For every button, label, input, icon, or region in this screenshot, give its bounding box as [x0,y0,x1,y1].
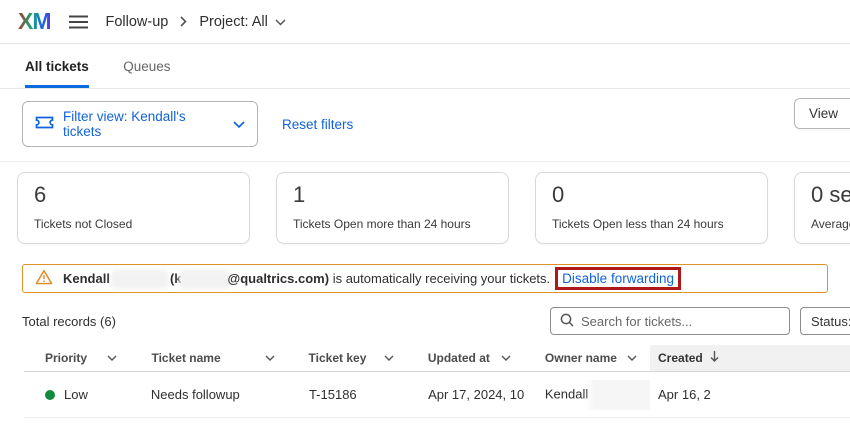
forwarding-warning-banner: Kendall (k @qualtrics.com) is automaticall… [22,264,828,293]
chevron-down-icon[interactable] [627,355,637,361]
project-selector[interactable]: Project: All [199,14,286,30]
tab-queues[interactable]: Queues [123,59,170,85]
sort-descending-icon [710,351,719,365]
annotation-red-box: Disable forwarding [555,267,681,290]
stat-card-open-more-24h: 1 Tickets Open more than 24 hours [276,172,509,244]
chevron-down-icon[interactable] [501,355,511,361]
tickets-table: Priority Ticket name Ticket key Updated … [24,345,850,425]
table-row[interactable]: Low Needs followup T-15186 Apr 17, 2024,… [24,372,850,418]
tab-all-tickets[interactable]: All tickets [25,59,89,88]
top-bar: XM Follow-up Project: All [0,0,850,44]
column-header-ticket-name[interactable]: Ticket name [130,345,287,371]
reset-filters-link[interactable]: Reset filters [282,117,353,132]
created-cell: Apr 16, 2 [650,387,850,402]
column-header-priority[interactable]: Priority [24,345,130,371]
chevron-down-icon [233,117,245,132]
tab-bar: All tickets Queues [0,58,850,89]
stat-label: Tickets Open more than 24 hours [293,217,492,231]
filter-bar: Filter view: Kendall's tickets Reset fil… [0,89,850,162]
stat-card-tickets-not-closed: 6 Tickets not Closed [17,172,250,244]
stat-value: 1 [293,182,492,208]
ticket-key-cell: T-15186 [288,387,407,402]
warning-triangle-icon [35,269,53,288]
total-records-label: Total records (6) [22,314,116,329]
disable-forwarding-link[interactable]: Disable forwarding [562,271,674,286]
priority-cell: Low [24,387,130,402]
table-toolbar: Total records (6) Status: A [22,307,850,335]
chevron-right-icon [180,16,187,27]
banner-email-prefix: (k [170,271,182,286]
search-icon [560,313,574,330]
filter-view-label: Filter view: Kendall's tickets [63,109,224,139]
filter-view-dropdown[interactable]: Filter view: Kendall's tickets [22,101,258,147]
updated-at-cell: Apr 17, 2024, 10:56 AM [407,387,524,402]
view-button[interactable]: View [794,98,850,129]
column-header-updated-at[interactable]: Updated at [407,345,524,371]
banner-email-suffix: @qualtrics.com) [228,271,330,286]
owner-name-cell: Kendall [524,380,650,410]
ticket-search-box[interactable] [550,307,790,335]
banner-text: is automatically receiving your tickets. [333,271,550,286]
stats-cards: 6 Tickets not Closed 1 Tickets Open more… [0,162,850,244]
breadcrumb-section[interactable]: Follow-up [106,14,169,30]
xm-logo: XM [18,8,51,35]
banner-user-name: Kendall [63,271,110,286]
redacted-owner-last-name [594,380,649,410]
chevron-down-icon[interactable] [107,355,117,361]
stat-value: 0 [552,182,751,208]
table-row[interactable]: Medium Unsatisfied Customer T-14914 Apr … [24,418,850,425]
stat-card-open-less-24h: 0 Tickets Open less than 24 hours [535,172,768,244]
breadcrumb: Follow-up Project: All [106,14,286,30]
stat-label: Tickets Open less than 24 hours [552,217,751,231]
status-filter-dropdown[interactable]: Status: A [800,307,850,335]
redacted-last-name [114,273,166,286]
stat-label: Tickets not Closed [34,217,233,231]
banner-message: Kendall (k @qualtrics.com) is automaticall… [63,271,681,286]
chevron-down-icon[interactable] [265,355,275,361]
stat-value: 6 [34,182,233,208]
column-header-ticket-key[interactable]: Ticket key [288,345,407,371]
column-header-owner-name[interactable]: Owner name [524,345,650,371]
redacted-email [182,273,228,286]
chevron-down-icon [275,14,286,30]
table-header-row: Priority Ticket name Ticket key Updated … [24,345,850,372]
hamburger-menu-icon[interactable] [69,15,88,29]
chevron-down-icon[interactable] [384,355,394,361]
stat-label: Average res [811,217,850,231]
ticket-icon [35,116,54,132]
stat-card-average-response: 0 secs Average res [794,172,850,244]
stat-value: 0 secs [811,182,850,208]
search-input[interactable] [581,314,780,329]
project-selector-label: Project: All [199,14,268,30]
priority-dot-low [45,390,55,400]
ticket-name-cell[interactable]: Needs followup [130,387,288,402]
column-header-created[interactable]: Created [650,345,850,371]
